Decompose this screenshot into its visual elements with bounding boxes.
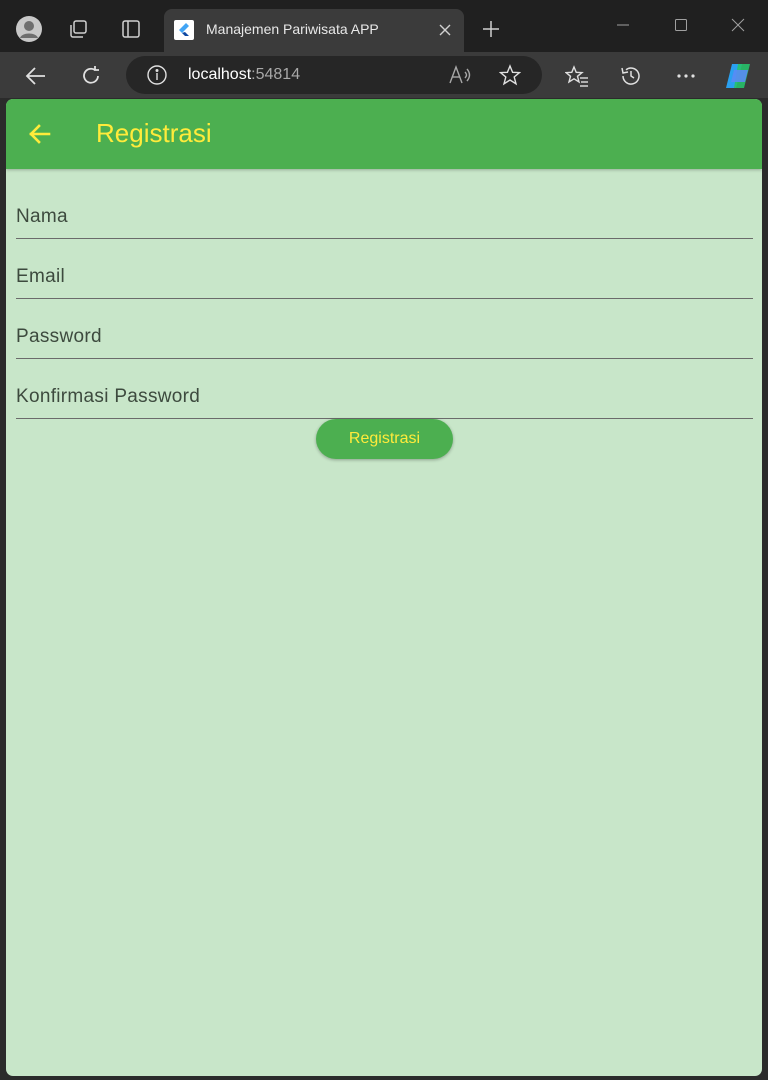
email-field[interactable]: Email [16,239,753,299]
more-icon[interactable] [670,60,702,92]
close-icon[interactable] [723,12,753,38]
url-port: :54814 [251,66,301,83]
tab-title: Manajemen Pariwisata APP [206,21,379,37]
browser-tab-strip: Manajemen Pariwisata APP [0,0,768,52]
tab-close-icon[interactable] [434,19,456,41]
site-info-icon[interactable] [146,64,168,86]
password-label: Password [16,326,102,347]
confirm-password-field[interactable]: Konfirmasi Password [16,359,753,419]
email-label: Email [16,266,66,287]
workspaces-icon[interactable] [63,14,93,44]
page-title: Registrasi [96,118,212,148]
profile-icon[interactable] [14,14,44,44]
confirm-password-label: Konfirmasi Password [16,386,201,407]
new-tab-icon[interactable] [476,14,506,44]
password-field[interactable]: Password [16,299,753,359]
app-viewport: Registrasi Nama Email Password Konfirmas… [6,99,762,1076]
read-aloud-icon[interactable] [448,64,472,86]
favorites-icon[interactable] [561,60,593,92]
favicon-icon [174,20,194,40]
registrasi-button[interactable]: Registrasi [316,419,453,459]
history-icon[interactable] [615,60,647,92]
minimize-icon[interactable] [608,12,638,38]
copilot-icon[interactable] [723,60,755,92]
tab-actions-icon[interactable] [116,14,146,44]
nama-label: Nama [16,206,68,227]
refresh-icon[interactable] [75,60,107,92]
address-bar[interactable]: localhost:54814 [126,56,542,94]
active-tab[interactable]: Manajemen Pariwisata APP [164,9,464,52]
maximize-icon[interactable] [666,12,696,38]
app-bar: Registrasi [6,99,762,169]
browser-toolbar: localhost:54814 [0,52,768,98]
favorite-star-icon[interactable] [498,64,522,86]
back-icon[interactable] [20,60,52,92]
url-text: localhost:54814 [188,66,300,84]
back-arrow-icon[interactable] [24,118,56,150]
url-host: localhost [188,66,252,83]
nama-field[interactable]: Nama [16,179,753,239]
